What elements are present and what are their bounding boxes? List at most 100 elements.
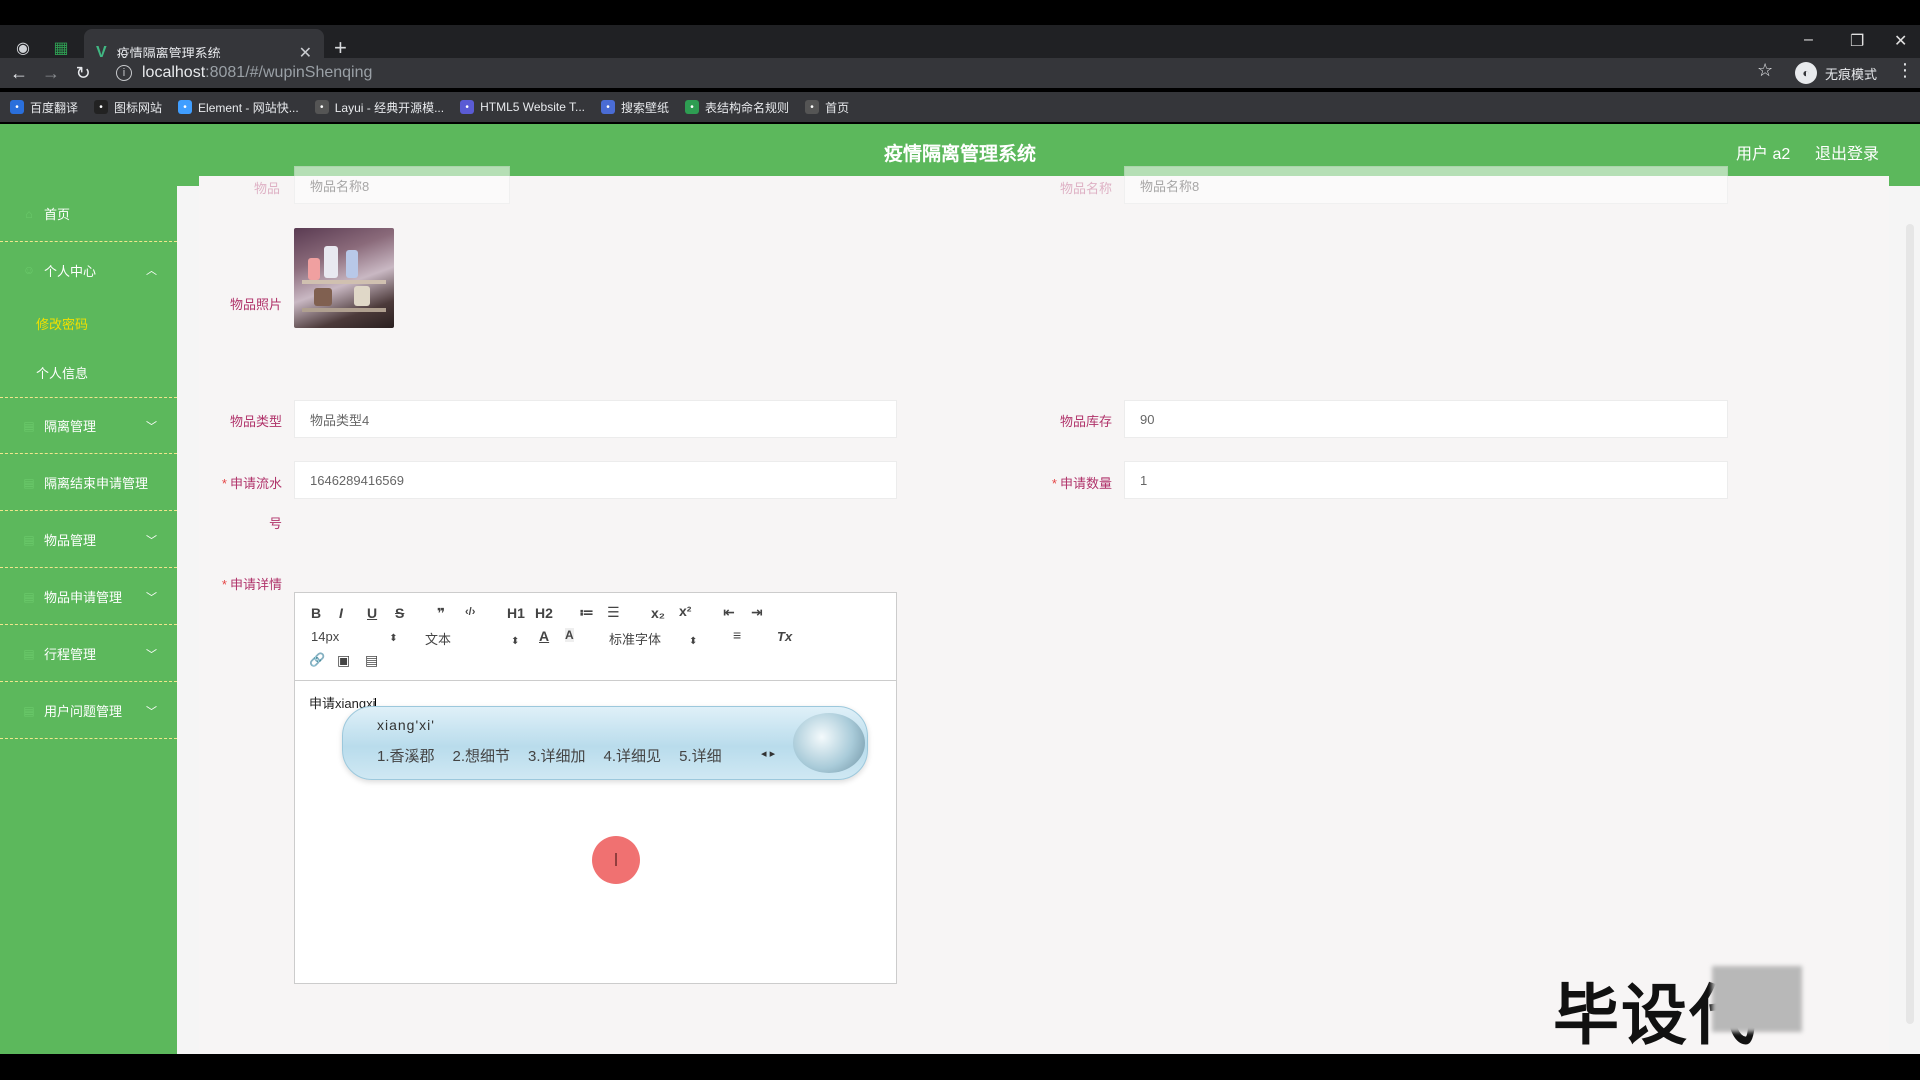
- stock-field[interactable]: 90: [1124, 400, 1728, 438]
- ime-candidate[interactable]: 4.详细见: [604, 745, 662, 766]
- incognito-indicator[interactable]: ◐ 无痕模式: [1795, 58, 1877, 88]
- sidebar-item-label: 隔离结束申请管理: [44, 476, 149, 491]
- header-format-select[interactable]: 文本 ⬍: [425, 629, 519, 648]
- ordered-list-button[interactable]: ≔: [579, 604, 594, 621]
- sidebar-item-personal-info[interactable]: 个人信息: [0, 348, 177, 398]
- sidebar-item-label: 行程管理: [44, 647, 97, 662]
- clean-format-button[interactable]: Tx: [777, 629, 792, 644]
- font-size-select[interactable]: 14px ⬍: [311, 629, 398, 644]
- bottom-letterbox: [0, 1054, 1920, 1080]
- bookmark-item[interactable]: • 表结构命名规则: [685, 99, 789, 116]
- goods-name-label: 物品名称: [1059, 181, 1112, 196]
- ime-candidate[interactable]: 3.详细加: [528, 745, 586, 766]
- outdent-button[interactable]: ⇤: [723, 604, 735, 621]
- serial-number-field[interactable]: 1646289416569: [294, 461, 897, 499]
- video-button[interactable]: ▤: [365, 652, 378, 669]
- chevron-down-icon: ﹀: [146, 420, 157, 433]
- bullet-list-button[interactable]: ☰: [607, 604, 620, 621]
- code-block-button[interactable]: ‹/›: [465, 606, 475, 618]
- translate-icon: •: [10, 100, 24, 114]
- underline-button[interactable]: U: [367, 605, 377, 621]
- site-info-icon[interactable]: i: [116, 65, 132, 81]
- isolation-icon: ▤: [23, 418, 35, 433]
- strike-button[interactable]: S: [395, 605, 404, 621]
- align-button[interactable]: ≡: [733, 627, 741, 643]
- sidebar-item-label: 物品申请管理: [44, 590, 123, 605]
- type-field[interactable]: 物品类型4: [294, 400, 897, 438]
- home-globe-icon: •: [805, 100, 820, 114]
- image-button[interactable]: ▣: [337, 652, 350, 669]
- font-family-select[interactable]: 标准字体 ⬍: [609, 629, 697, 648]
- font-color-button[interactable]: A: [539, 628, 549, 644]
- user-icon: ☺: [22, 263, 36, 277]
- bookmark-star-icon[interactable]: ☆: [1757, 60, 1773, 81]
- bookmark-item[interactable]: • 搜索壁纸: [601, 99, 669, 116]
- bookmark-item[interactable]: • HTML5 Website T...: [460, 100, 585, 114]
- h1-button[interactable]: H1: [507, 605, 525, 621]
- bookmark-label: 首页: [825, 100, 850, 115]
- url-field[interactable]: i localhost:8081/#/wupinShenqing: [108, 58, 1772, 88]
- ime-composition: xiang'xi': [377, 717, 435, 733]
- sidebar-item-user-questions[interactable]: ▤ 用户问题管理 ﹀: [0, 683, 177, 739]
- bookmark-item[interactable]: • 百度翻译: [10, 99, 78, 116]
- sidebar-item-goods-application[interactable]: ▤ 物品申请管理 ﹀: [0, 569, 177, 625]
- stock-label: 物品库存: [1059, 414, 1112, 429]
- url-host: localhost: [142, 64, 206, 81]
- browser-menu-icon[interactable]: ⋮: [1896, 60, 1914, 81]
- indent-button[interactable]: ⇥: [751, 604, 763, 621]
- bookmark-label: Layui - 经典开源模...: [334, 100, 445, 115]
- bookmark-item[interactable]: • Element - 网站快...: [178, 99, 299, 116]
- sidebar-item-change-password[interactable]: 修改密码: [0, 298, 177, 348]
- goods-name-field[interactable]: 物品名称8: [1124, 166, 1728, 204]
- app-page: 疫情隔离管理系统 用户 a2 退出登录 ⌂ 首页 ☺ 个人中心 ︿ 修改密码 个…: [0, 124, 1920, 1056]
- chevron-down-icon: ﹀: [146, 534, 157, 547]
- ime-page-arrows-icon[interactable]: ◂ ▸: [761, 747, 775, 760]
- detail-label: * 申请详情: [221, 577, 282, 592]
- sidebar-item-home[interactable]: ⌂ 首页: [0, 186, 177, 242]
- bookmark-item[interactable]: • Layui - 经典开源模...: [314, 99, 445, 116]
- goods-field[interactable]: 物品名称8: [294, 166, 510, 204]
- sidebar-item-label: 修改密码: [36, 316, 89, 332]
- background-color-button[interactable]: A: [565, 628, 574, 642]
- type-label: 物品类型: [229, 414, 282, 429]
- restore-icon[interactable]: ❐: [1850, 31, 1864, 51]
- top-letterbox: [0, 0, 1920, 25]
- goods-photo[interactable]: [294, 228, 394, 328]
- ime-candidate[interactable]: 1.香溪郡: [377, 745, 435, 766]
- close-window-icon[interactable]: ✕: [1894, 31, 1907, 51]
- bold-button[interactable]: B: [311, 605, 321, 621]
- ime-candidate[interactable]: 5.详细: [679, 745, 722, 766]
- sidebar-item-goods[interactable]: ▤ 物品管理 ﹀: [0, 512, 177, 568]
- quantity-field[interactable]: 1: [1124, 461, 1728, 499]
- bookmark-item[interactable]: • 图标网站: [94, 99, 162, 116]
- sidebar-item-personal-center[interactable]: ☺ 个人中心 ︿: [0, 242, 177, 298]
- sidebar-item-isolation-end[interactable]: ▤ 隔离结束申请管理: [0, 455, 177, 511]
- subscript-button[interactable]: x₂: [651, 605, 665, 621]
- goods-icon: ▤: [23, 532, 35, 547]
- reload-icon[interactable]: ↻: [68, 58, 98, 88]
- question-icon: ▤: [23, 703, 35, 718]
- italic-button[interactable]: I: [339, 605, 343, 621]
- ime-candidate[interactable]: 2.想细节: [453, 745, 511, 766]
- forward-icon[interactable]: →: [36, 58, 66, 88]
- serial-label: * 申请流水: [221, 476, 282, 491]
- h2-button[interactable]: H2: [535, 605, 553, 621]
- superscript-button[interactable]: x²: [679, 603, 691, 619]
- home-icon: ⌂: [25, 206, 33, 221]
- page-scrollbar[interactable]: [1906, 224, 1914, 1024]
- minimize-icon[interactable]: –: [1804, 31, 1813, 49]
- sidebar-item-itinerary[interactable]: ▤ 行程管理 ﹀: [0, 626, 177, 682]
- link-button[interactable]: 🔗: [309, 652, 325, 668]
- select-arrow-icon: ⬍: [689, 636, 698, 647]
- screen: ◉ ▦ V 疫情隔离管理系统 ✕ + – ❐ ✕ ← → ↻ i localho…: [0, 0, 1920, 1080]
- layui-icon: •: [314, 100, 329, 114]
- sidebar-item-isolation[interactable]: ▤ 隔离管理 ﹀: [0, 398, 177, 454]
- application-icon: ▤: [23, 589, 35, 604]
- back-icon[interactable]: ←: [4, 58, 34, 88]
- bookmark-item[interactable]: • 首页: [805, 99, 849, 116]
- editor-toolbar: B I U S ❞ ‹/› H1 H2 ≔ ☰ x₂ x² ⇤ ⇥ 14px ⬍ …: [295, 593, 896, 681]
- bookmark-label: 表结构命名规则: [705, 100, 790, 115]
- blockquote-button[interactable]: ❞: [437, 605, 445, 622]
- sidebar-item-label: 隔离管理: [44, 419, 97, 434]
- bookmark-label: 图标网站: [114, 100, 163, 115]
